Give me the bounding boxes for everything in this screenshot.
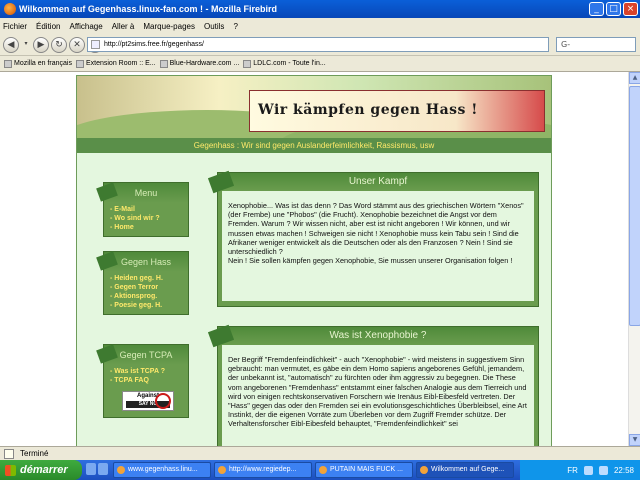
nav-link-home[interactable]: - Home	[110, 223, 184, 232]
xenophobie-title: Was ist Xenophobie ?	[218, 327, 538, 345]
slogan-banner: Wir kämpfen gegen Hass !	[249, 90, 545, 132]
site-banner: Wir kämpfen gegen Hass !	[77, 76, 551, 138]
language-indicator[interactable]: FR	[567, 466, 578, 475]
status-bar: Terminé	[0, 446, 640, 460]
search-input[interactable]: G-	[556, 37, 636, 52]
against-tcpa-badge[interactable]: Against SAY NO	[122, 391, 174, 411]
bookmark-item[interactable]: Blue-Hardware.com ...	[159, 59, 239, 68]
page-icon	[91, 40, 100, 49]
prohibition-icon	[155, 393, 171, 409]
taskbar-button-active[interactable]: Wilkommen auf Gege...	[416, 462, 514, 478]
gegen-tcpa-title: Gegen TCPA	[104, 345, 188, 365]
site-slogan: Wir kämpfen gegen Hass !	[258, 102, 478, 118]
nav-link-tcpa-faq[interactable]: - TCPA FAQ	[110, 376, 184, 385]
security-icon	[4, 449, 14, 459]
nav-link-was-ist-tcpa[interactable]: - Was ist TCPA ?	[110, 367, 184, 376]
menu-bar: Fichier Édition Affichage Aller à Marque…	[0, 18, 640, 34]
nav-link-email[interactable]: - E-Mail	[110, 205, 184, 214]
menu-affichage[interactable]: Affichage	[69, 22, 102, 31]
taskbar-button[interactable]: http://www.regiedep...	[214, 462, 312, 478]
menu-fichier[interactable]: Fichier	[3, 22, 27, 31]
tray-icon[interactable]	[583, 465, 593, 475]
start-button[interactable]: démarrer	[0, 460, 82, 480]
bookmark-item[interactable]: Extension Room :: E...	[75, 59, 156, 68]
bookmark-item[interactable]: LDLC.com - Toute l'in...	[243, 59, 326, 68]
minimize-button[interactable]: _	[589, 2, 604, 16]
unser-kampf-text: Xenophobie... Was ist das denn ? Das Wor…	[222, 191, 534, 301]
site-container: Wir kämpfen gegen Hass ! Gegenhass : Wir…	[76, 75, 552, 446]
title-bar: Wilkommen auf Gegenhass.linux-fan.com ! …	[0, 0, 640, 18]
nav-link-heiden[interactable]: - Heiden geg. H.	[110, 274, 184, 283]
menu-outils[interactable]: Outils	[204, 22, 224, 31]
back-dropdown-icon[interactable]: ▾	[21, 37, 31, 53]
reload-button[interactable]: ↻	[51, 36, 67, 53]
nav-link-wo-sind-wir[interactable]: - Wo sind wir ?	[110, 214, 184, 223]
windows-taskbar: démarrer www.gegenhass.linu... http://ww…	[0, 460, 640, 480]
menu-marque-pages[interactable]: Marque-pages	[143, 22, 195, 31]
bookmarks-toolbar: Mozilla en français Extension Room :: E.…	[0, 56, 640, 72]
forward-button[interactable]: ▶	[33, 36, 49, 53]
system-tray: FR 22:58	[520, 460, 640, 480]
menu-box-title: Menu	[104, 183, 188, 203]
taskbar-button[interactable]: PUTAIN MAIS FUCK ...	[315, 462, 413, 478]
unser-kampf-title: Unser Kampf	[218, 173, 538, 191]
status-text: Terminé	[20, 449, 49, 458]
menu-aller[interactable]: Aller à	[112, 22, 135, 31]
gegen-hass-box: Gegen Hass - Heiden geg. H. - Gegen Terr…	[103, 251, 189, 315]
firebird-icon	[4, 3, 16, 15]
menu-edition[interactable]: Édition	[36, 22, 60, 31]
scroll-down-icon[interactable]: ▼	[629, 434, 640, 446]
back-button[interactable]: ◀	[3, 36, 19, 53]
bookmark-icon	[4, 59, 12, 68]
xenophobie-text: Der Begriff "Fremdenfeindlichkeit" - auc…	[222, 345, 534, 446]
vertical-scrollbar[interactable]: ▲ ▼	[628, 72, 640, 446]
url-bar[interactable]: http://pt2sims.free.fr/gegenhass/	[87, 37, 632, 52]
window-title: Wilkommen auf Gegenhass.linux-fan.com ! …	[19, 4, 277, 14]
scroll-up-icon[interactable]: ▲	[629, 72, 640, 84]
quick-launch	[86, 463, 110, 477]
was-ist-xenophobie-section: Was ist Xenophobie ? Der Begriff "Fremde…	[217, 326, 539, 446]
url-text[interactable]: http://pt2sims.free.fr/gegenhass/	[104, 41, 204, 48]
nav-link-aktionsprog[interactable]: - Aktionsprog.	[110, 292, 184, 301]
menu-help[interactable]: ?	[233, 22, 237, 31]
nav-link-poesie[interactable]: - Poesie geg. H.	[110, 301, 184, 310]
tray-icon[interactable]	[598, 465, 608, 475]
bookmark-icon	[159, 59, 168, 68]
scroll-thumb[interactable]	[629, 86, 640, 326]
clock: 22:58	[613, 465, 634, 475]
unser-kampf-section: Unser Kampf Xenophobie... Was ist das de…	[217, 172, 539, 307]
quick-launch-icon[interactable]	[86, 463, 96, 475]
bookmark-icon	[75, 59, 84, 68]
stop-button[interactable]: ✕	[69, 36, 85, 53]
site-subtitle: Gegenhass : Wir sind gegen Auslanderfeim…	[77, 138, 551, 153]
quick-launch-icon[interactable]	[98, 463, 108, 475]
taskbar-button[interactable]: www.gegenhass.linu...	[113, 462, 211, 478]
maximize-button[interactable]: □	[606, 2, 621, 16]
gegen-tcpa-box: Gegen TCPA - Was ist TCPA ? - TCPA FAQ A…	[103, 344, 189, 418]
page-viewport: Wir kämpfen gegen Hass ! Gegenhass : Wir…	[0, 72, 628, 446]
nav-link-terror[interactable]: - Gegen Terror	[110, 283, 184, 292]
close-button[interactable]: ×	[623, 2, 638, 16]
bookmark-icon	[243, 59, 252, 68]
gegen-hass-title: Gegen Hass	[104, 252, 188, 272]
bookmark-item[interactable]: Mozilla en français	[4, 59, 72, 68]
navigation-toolbar: ◀ ▾ ▶ ↻ ✕ ⌂ http://pt2sims.free.fr/gegen…	[0, 34, 640, 56]
menu-box: Menu - E-Mail - Wo sind wir ? - Home	[103, 182, 189, 237]
